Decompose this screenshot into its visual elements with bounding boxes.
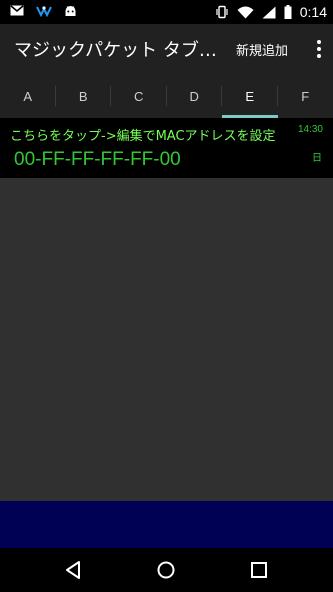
gmail-icon (10, 5, 24, 16)
vibrate-icon (216, 5, 228, 19)
app-bar: マジックパケット タブ… 新規追加 (0, 24, 333, 74)
vpn-key-icon (36, 5, 52, 17)
bottom-panel (0, 501, 333, 548)
signal-icon (262, 6, 276, 18)
home-icon[interactable] (154, 558, 178, 582)
recents-icon[interactable] (247, 558, 271, 582)
back-icon[interactable] (61, 558, 85, 582)
system-icons: 0:14 (215, 3, 327, 21)
tab-d[interactable]: D (167, 74, 223, 118)
battery-icon (284, 5, 292, 19)
android-icon (65, 6, 76, 16)
tab-a[interactable]: A (0, 74, 56, 118)
tab-b[interactable]: B (56, 74, 112, 118)
wifi-icon (237, 6, 254, 18)
entry-day: 日 (312, 153, 322, 164)
nav-bar (0, 548, 333, 592)
tab-e[interactable]: E (222, 74, 278, 118)
entry-time: 14:30 (297, 124, 323, 135)
notification-icons (10, 4, 77, 17)
clock: 0:14 (299, 4, 327, 20)
list-item[interactable]: こちらをタップ->編集でMACアドレスを設定 00-FF-FF-FF-FF-00… (0, 118, 333, 178)
mac-address: 00-FF-FF-FF-FF-00 (14, 149, 181, 170)
entry-label: こちらをタップ->編集でMACアドレスを設定 (10, 129, 276, 144)
add-new-button[interactable]: 新規追加 (236, 40, 288, 59)
status-bar: 0:14 (0, 0, 333, 24)
tab-bar: A B C D E F (0, 74, 333, 118)
tab-f[interactable]: F (278, 74, 333, 118)
tab-content: こちらをタップ->編集でMACアドレスを設定 00-FF-FF-FF-FF-00… (0, 118, 333, 501)
more-vert-icon[interactable] (315, 37, 323, 61)
tab-c[interactable]: C (111, 74, 167, 118)
app-title: マジックパケット タブ… (14, 40, 217, 61)
